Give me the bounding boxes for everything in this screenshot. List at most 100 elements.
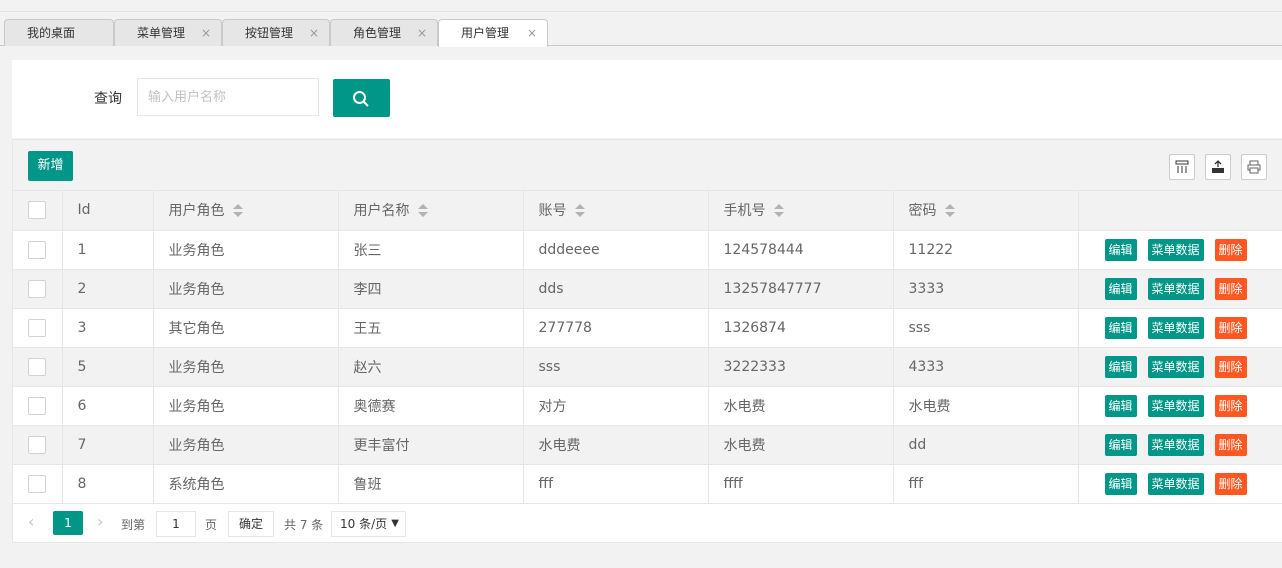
column-header-role[interactable]: 用户角色 [153, 191, 339, 231]
cell-username: 鲁班 [338, 464, 524, 504]
row-checkbox[interactable] [28, 474, 46, 493]
close-icon[interactable]: × [201, 20, 211, 46]
user-table: Id 用户角色 用户名称 账号 手机号 密码 1 业务角色 张三 dddeeee… [13, 191, 1282, 504]
row-checkbox[interactable] [28, 240, 46, 259]
total-count: 共 7 条 [284, 518, 324, 532]
delete-button[interactable]: 删除 [1214, 433, 1247, 456]
close-icon[interactable]: × [527, 20, 537, 46]
cell-password: 4333 [893, 347, 1079, 387]
table-row: 3 其它角色 王五 277778 1326874 sss 编辑 菜单数据 删除 [13, 308, 1282, 348]
tab-button-management[interactable]: 按钮管理 × [222, 19, 330, 46]
row-checkbox[interactable] [28, 357, 46, 376]
delete-button[interactable]: 删除 [1214, 238, 1247, 261]
cell-account: 水电费 [523, 425, 709, 465]
select-all-checkbox[interactable] [28, 201, 46, 220]
menu-data-button[interactable]: 菜单数据 [1147, 355, 1204, 378]
search-button[interactable] [333, 79, 390, 117]
cell-username: 王五 [338, 308, 524, 348]
column-header-label: 账号 [538, 203, 567, 220]
delete-button[interactable]: 删除 [1214, 472, 1247, 495]
cell-password: fff [893, 464, 1079, 504]
menu-data-button[interactable]: 菜单数据 [1147, 277, 1204, 300]
page-size-value: 10 条/页 [340, 517, 388, 531]
user-table-panel: 新增 Id 用户角色 用户名称 账号 手机号 密码 1 业务角色 张三 ddde… [12, 139, 1282, 543]
edit-button[interactable]: 编辑 [1104, 316, 1137, 339]
cell-actions: 编辑 菜单数据 删除 [1078, 464, 1282, 504]
cell-phone: ffff [708, 464, 894, 504]
tab-menu-management[interactable]: 菜单管理 × [114, 19, 222, 46]
column-header-label: 手机号 [723, 203, 766, 220]
menu-data-button[interactable]: 菜单数据 [1147, 472, 1204, 495]
page-number-input[interactable] [156, 511, 196, 537]
menu-data-button[interactable]: 菜单数据 [1147, 238, 1204, 261]
row-checkbox[interactable] [28, 279, 46, 298]
row-checkbox[interactable] [28, 396, 46, 415]
cell-role: 业务角色 [153, 386, 339, 426]
menu-data-button[interactable]: 菜单数据 [1147, 316, 1204, 339]
delete-button[interactable]: 删除 [1214, 316, 1247, 339]
cell-account: sss [523, 347, 709, 387]
column-header-label: 用户角色 [168, 203, 225, 220]
delete-button[interactable]: 删除 [1214, 355, 1247, 378]
cell-password: sss [893, 308, 1079, 348]
search-input[interactable] [137, 78, 319, 116]
column-header-id: Id [62, 191, 154, 231]
print-icon[interactable] [1241, 154, 1267, 180]
close-icon[interactable]: × [309, 20, 319, 46]
menu-data-button[interactable]: 菜单数据 [1147, 433, 1204, 456]
cell-id: 2 [62, 269, 154, 309]
sort-icon[interactable] [574, 204, 585, 218]
tab-bar: 我的桌面 菜单管理 × 按钮管理 × 角色管理 × 用户管理 × [0, 12, 1282, 47]
edit-button[interactable]: 编辑 [1104, 238, 1137, 261]
cell-account: 对方 [523, 386, 709, 426]
column-header-username[interactable]: 用户名称 [338, 191, 524, 231]
tab-label: 我的桌面 [27, 26, 76, 40]
cell-role: 业务角色 [153, 347, 339, 387]
tab-home[interactable]: 我的桌面 [4, 19, 114, 46]
delete-button[interactable]: 删除 [1214, 394, 1247, 417]
edit-button[interactable]: 编辑 [1104, 394, 1137, 417]
close-icon[interactable]: × [417, 20, 427, 46]
cell-id: 1 [62, 230, 154, 270]
tab-user-management[interactable]: 用户管理 × [438, 19, 548, 47]
table-row: 2 业务角色 李四 dds 13257847777 3333 编辑 菜单数据 删除 [13, 269, 1282, 309]
tab-role-management[interactable]: 角色管理 × [330, 19, 438, 46]
cell-username: 赵六 [338, 347, 524, 387]
delete-button[interactable]: 删除 [1214, 277, 1247, 300]
edit-button[interactable]: 编辑 [1104, 472, 1137, 495]
menu-data-button[interactable]: 菜单数据 [1147, 394, 1204, 417]
confirm-page-button[interactable]: 确定 [228, 511, 274, 537]
pagination: ‹ 1 › 到第 页 确定 共 7 条 10 条/页▼ [13, 503, 1282, 543]
add-user-button[interactable]: 新增 [28, 151, 73, 181]
edit-button[interactable]: 编辑 [1104, 433, 1137, 456]
current-page-button[interactable]: 1 [53, 511, 83, 535]
column-header-phone[interactable]: 手机号 [708, 191, 894, 231]
column-header-account[interactable]: 账号 [523, 191, 709, 231]
edit-button[interactable]: 编辑 [1104, 355, 1137, 378]
cell-account: dds [523, 269, 709, 309]
cell-phone: 3222333 [708, 347, 894, 387]
next-page-icon[interactable]: › [97, 512, 103, 531]
page-size-select[interactable]: 10 条/页 ▼ [331, 511, 406, 537]
prev-page-icon[interactable]: ‹ [28, 512, 34, 531]
sort-icon[interactable] [944, 204, 955, 218]
columns-icon[interactable] [1169, 154, 1195, 180]
cell-account: 277778 [523, 308, 709, 348]
page-unit-label: 页 [205, 518, 218, 532]
export-icon[interactable] [1205, 154, 1231, 180]
tab-label: 按钮管理 [245, 26, 294, 40]
row-select-cell [13, 308, 63, 348]
cell-phone: 1326874 [708, 308, 894, 348]
cell-id: 3 [62, 308, 154, 348]
row-checkbox[interactable] [28, 318, 46, 337]
cell-id: 6 [62, 386, 154, 426]
sort-icon[interactable] [773, 204, 784, 218]
chevron-down-icon: ▼ [391, 518, 399, 529]
column-header-password[interactable]: 密码 [893, 191, 1079, 231]
sort-icon[interactable] [232, 204, 243, 218]
edit-button[interactable]: 编辑 [1104, 277, 1137, 300]
row-checkbox[interactable] [28, 435, 46, 454]
cell-id: 5 [62, 347, 154, 387]
sort-icon[interactable] [417, 204, 428, 218]
cell-phone: 13257847777 [708, 269, 894, 309]
